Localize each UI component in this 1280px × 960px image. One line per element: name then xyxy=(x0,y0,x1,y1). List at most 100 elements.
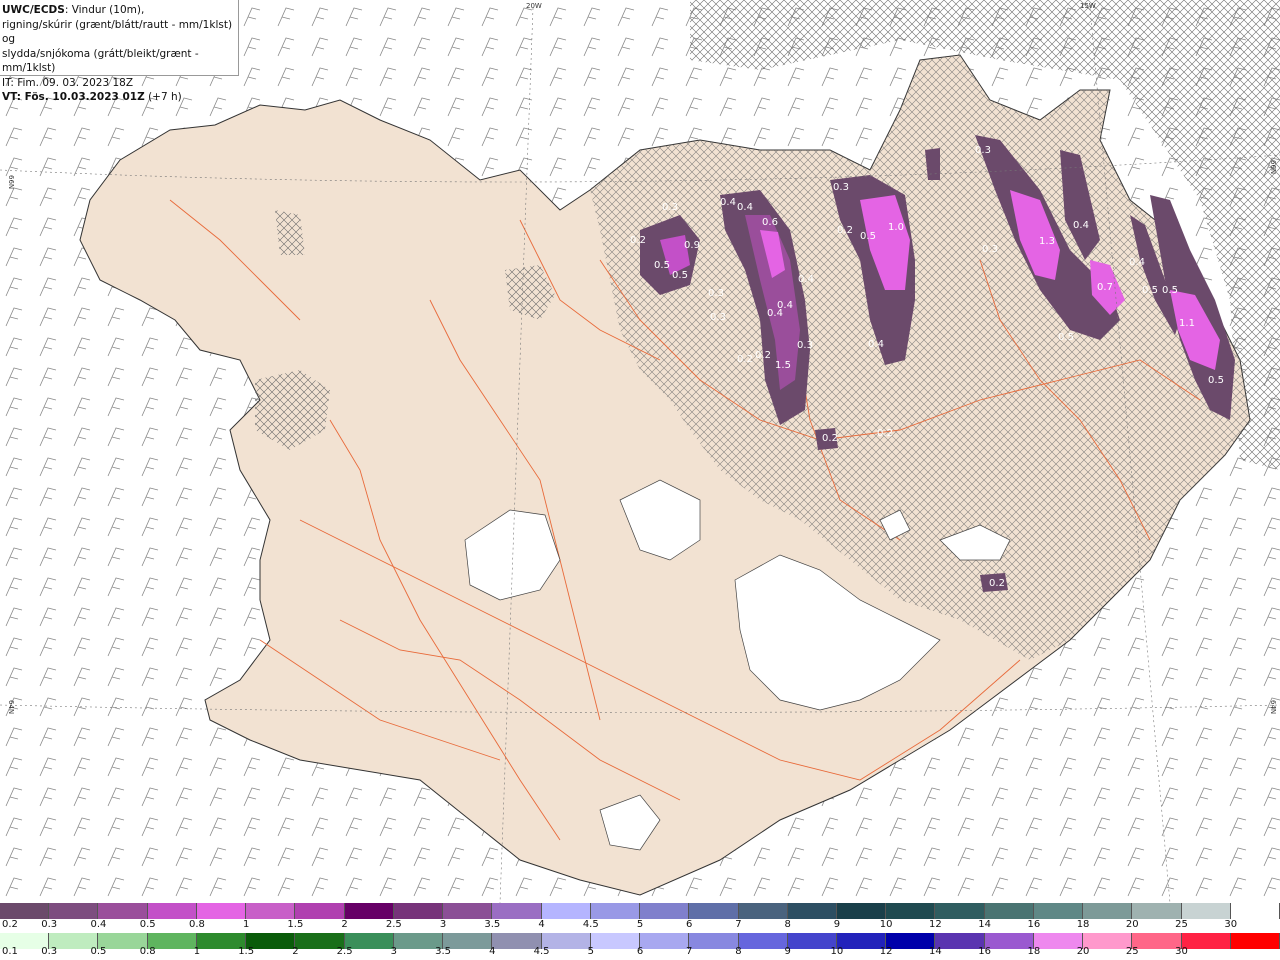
precip-label: 0.4 xyxy=(720,197,736,208)
precip-label: 0.3 xyxy=(982,244,998,255)
scale-swatch xyxy=(49,903,99,919)
scale-label: 7 xyxy=(735,919,742,930)
scale-swatch xyxy=(1083,903,1133,919)
scale-label: 18 xyxy=(1076,919,1090,930)
scale-swatch xyxy=(836,903,887,919)
scale-swatch xyxy=(98,903,148,919)
scale-swatch xyxy=(738,903,788,919)
precip-label: 0.2 xyxy=(837,225,853,236)
scale-swatch xyxy=(393,903,444,919)
scale-label: 6 xyxy=(636,946,644,957)
snow-scale-labels: 0.2 0.3 0.4 0.5 0.8 1 1.5 2 2.5 3 3.5 4 4.5 5 6 7 8 9 10 12… xyxy=(0,919,1280,933)
product-desc: : Vindur (10m), xyxy=(64,4,145,16)
precip-label: 0.4 xyxy=(1073,220,1089,231)
precip-label: 1.5 xyxy=(775,360,791,371)
scale-label: 0.3 xyxy=(41,919,58,930)
precip-label: 0.3 xyxy=(975,145,991,156)
graticule-label-64n-left: 64N xyxy=(7,700,15,714)
scale-swatch xyxy=(1230,903,1280,919)
precip-label: 0.3 xyxy=(708,288,724,299)
precip-label: 1.1 xyxy=(1179,318,1195,329)
precip-label: 0.9 xyxy=(684,240,700,251)
precip-label: 0.2 xyxy=(877,428,893,439)
scale-label: 5 xyxy=(636,919,644,930)
scale-label: 5 xyxy=(587,946,594,957)
precip-label: 0.4 xyxy=(737,202,753,213)
scale-swatch xyxy=(1033,903,1084,919)
scale-label: 0.8 xyxy=(139,946,156,957)
graticule-label-64n-right: 64N xyxy=(1269,700,1277,714)
scale-label: 3.5 xyxy=(484,919,501,930)
precip-label: 0.3 xyxy=(797,340,813,351)
precip-label: 0.5 xyxy=(1142,285,1158,296)
scale-label: 16 xyxy=(1027,919,1041,930)
graticule-label-66n-left: 66N xyxy=(7,175,15,189)
precip-label: 0.5 xyxy=(1208,375,1224,386)
scale-label: 2.5 xyxy=(336,946,353,957)
scale-label: 20 xyxy=(1125,919,1139,930)
scale-swatch xyxy=(640,903,690,919)
graticule-label-20w: 20W xyxy=(526,2,542,10)
scale-swatch xyxy=(0,903,50,919)
scale-label: 3 xyxy=(390,946,398,957)
info-line-1: UWC/ECDS: Vindur (10m), xyxy=(2,3,236,18)
scale-label: 0.3 xyxy=(41,946,58,957)
scale-label: 4 xyxy=(538,919,545,930)
graticule-label-15w: 15W xyxy=(1080,2,1096,10)
scale-label: 0.4 xyxy=(90,919,107,930)
scale-label: 10 xyxy=(879,919,893,930)
precip-label: 1.0 xyxy=(888,222,904,233)
scale-swatch xyxy=(147,903,197,919)
scale-label: 0.8 xyxy=(188,919,205,930)
precip-label: 0.5 xyxy=(672,270,688,281)
snow-color-scale xyxy=(0,903,1280,919)
graticule-label-66n-right: 66N xyxy=(1269,160,1277,174)
scale-label: 4.5 xyxy=(533,946,550,957)
product-name: UWC/ECDS xyxy=(2,4,65,16)
precip-label: 0.3 xyxy=(662,202,678,213)
scale-label: 0.1 xyxy=(2,946,18,957)
precip-label: 0.5 xyxy=(860,231,876,242)
scale-swatch xyxy=(935,903,985,919)
info-line-5: VT: Fös. 10.03.2023 01Z (+7 h) xyxy=(2,90,236,105)
precip-label: 0.2 xyxy=(737,354,753,365)
weather-map: 0.2 0.5 0.9 0.5 0.3 0.3 0.4 0.4 0.4 0.6 … xyxy=(0,0,1280,903)
scale-label: 0.5 xyxy=(90,946,107,957)
scale-label: 9 xyxy=(833,919,841,930)
precip-label: 0.2 xyxy=(630,235,646,246)
forecast-info-box: UWC/ECDS: Vindur (10m), rigning/skúrir (… xyxy=(0,0,239,103)
scale-label: 3 xyxy=(439,919,447,930)
rain-scale-labels: 0.1 0.3 0.5 0.8 1 1.5 2 2.5 3 3.5 4 4.5 5 6 7 8 9 10 12 14 1… xyxy=(0,946,1280,960)
scale-swatch xyxy=(492,903,542,919)
scale-label: 25 xyxy=(1175,919,1188,930)
precip-label: 0.4 xyxy=(1129,257,1145,268)
scale-label: 8 xyxy=(784,919,791,930)
scale-label: 1 xyxy=(242,919,250,930)
info-line-3: slydda/snjókoma (grátt/bleikt/grænt - mm… xyxy=(2,47,199,75)
scale-label: 12 xyxy=(929,919,942,930)
scale-label: 14 xyxy=(929,946,942,957)
scale-swatch xyxy=(886,903,936,919)
precip-label: 0.5 xyxy=(1162,285,1178,296)
scale-label: 6 xyxy=(686,919,693,930)
precip-label: 0.4 xyxy=(868,339,884,350)
scale-label: 0.2 xyxy=(2,919,18,930)
precip-label: 0.3 xyxy=(833,182,849,193)
scale-swatch xyxy=(1132,903,1182,919)
scale-label: 1.5 xyxy=(287,919,304,930)
scale-label: 2 xyxy=(292,946,299,957)
scale-label: 18 xyxy=(1027,946,1041,957)
precip-label: 0.4 xyxy=(767,308,783,319)
precip-label: 0.6 xyxy=(762,217,778,228)
scale-swatch xyxy=(443,903,493,919)
precip-label: 0.3 xyxy=(710,312,726,323)
scale-swatch xyxy=(984,903,1034,919)
precip-label: 1.3 xyxy=(1039,236,1055,247)
scale-label: 14 xyxy=(978,919,991,930)
scale-label: 10 xyxy=(830,946,844,957)
scale-swatch xyxy=(344,903,394,919)
lead-time: (+7 h) xyxy=(144,91,182,103)
scale-label: 4.5 xyxy=(582,919,599,930)
scale-swatch xyxy=(541,903,591,919)
scale-label: 8 xyxy=(735,946,742,957)
